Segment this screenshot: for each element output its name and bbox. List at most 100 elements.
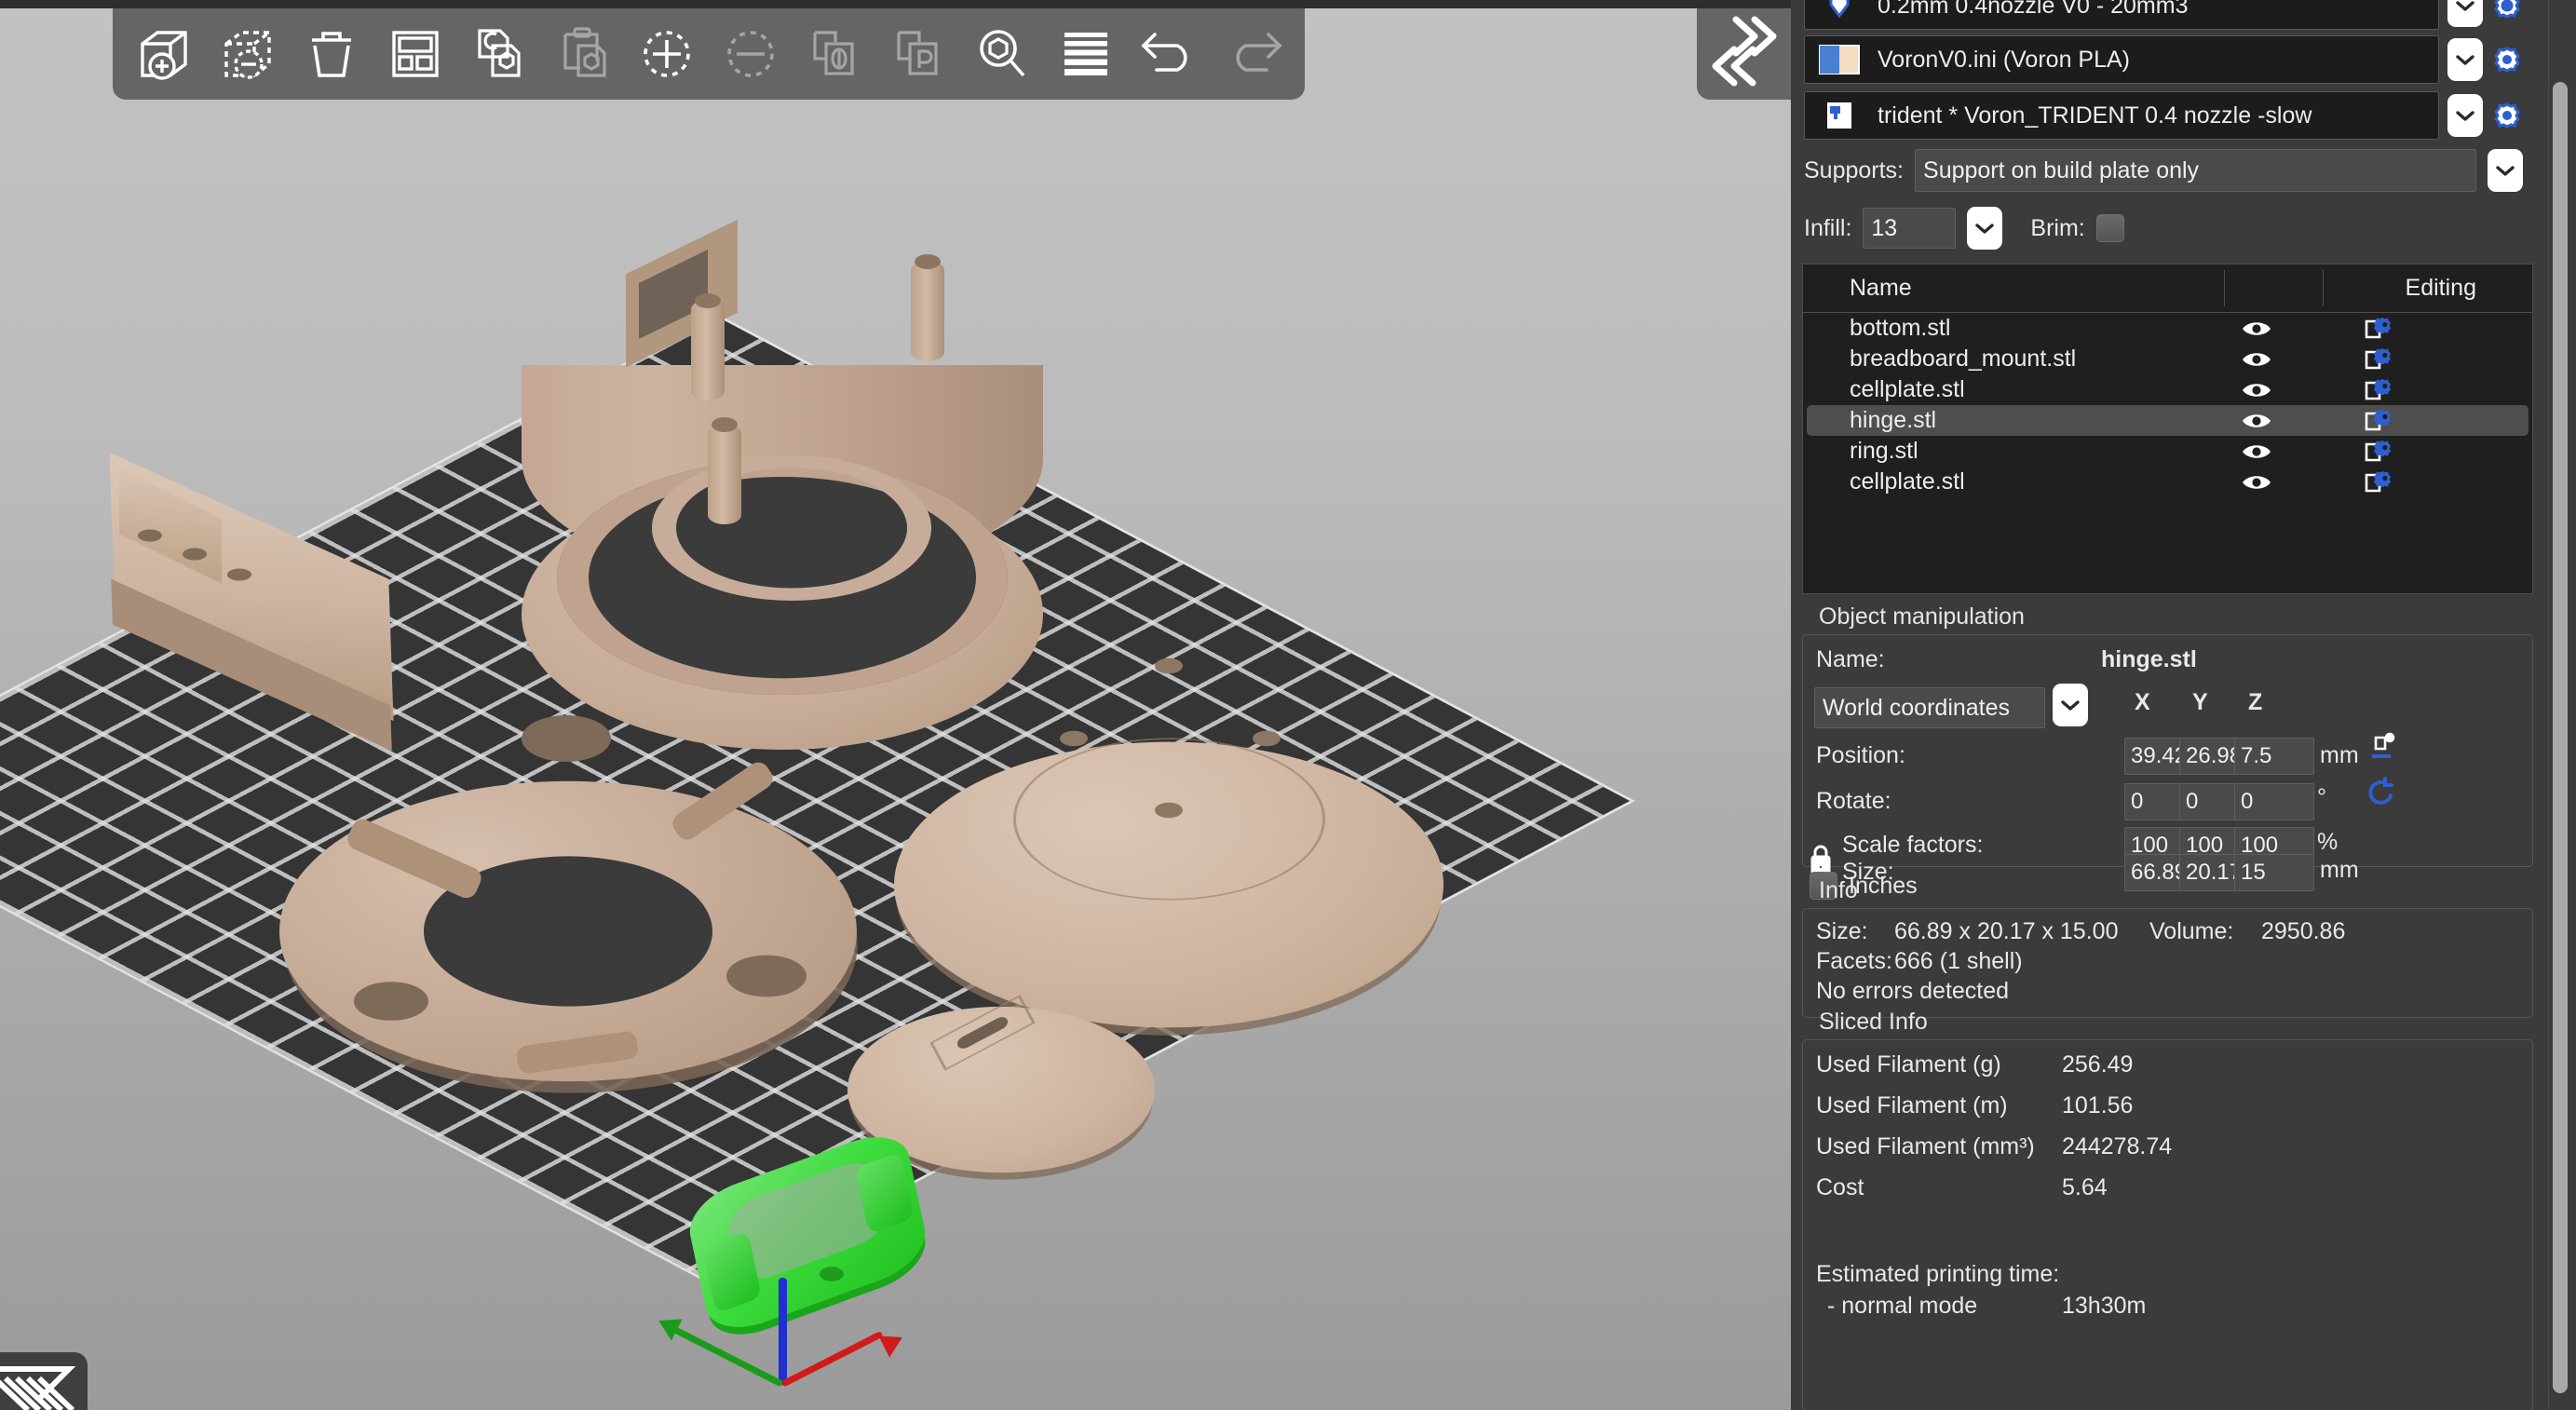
- position-z-input[interactable]: 7.5: [2234, 738, 2314, 775]
- axis-header-x: X: [2135, 689, 2150, 715]
- model-hole: [726, 955, 807, 997]
- print-settings-gear-icon[interactable]: [2491, 0, 2523, 21]
- rotate-z-input[interactable]: 0: [2234, 783, 2314, 820]
- print-settings-dropdown-arrow[interactable]: [2447, 0, 2483, 27]
- model-hole: [1253, 730, 1281, 747]
- filament-gear-icon[interactable]: [2491, 44, 2523, 75]
- coordinate-space-select[interactable]: World coordinates: [1814, 687, 2045, 728]
- sliced-info-value: 244278.74: [2062, 1133, 2173, 1159]
- edit-settings-icon[interactable]: [2364, 469, 2395, 502]
- printer-preset-label: trident * Voron_TRIDENT 0.4 nozzle -slow: [1878, 102, 2312, 129]
- visibility-eye-icon[interactable]: [2241, 410, 2272, 439]
- visibility-eye-icon[interactable]: [2241, 318, 2272, 346]
- sliced-info-panel: Sliced Info Estimated printing time: - n…: [1802, 1009, 2533, 1410]
- circle-minus-icon: [722, 25, 780, 83]
- drop-to-bed-icon[interactable]: [2366, 732, 2398, 770]
- search-button[interactable]: [960, 13, 1044, 95]
- paste-objects-button[interactable]: [541, 13, 625, 95]
- redo-button[interactable]: [1212, 13, 1295, 95]
- supports-dropdown-arrow[interactable]: [2488, 149, 2523, 192]
- object-name: cellplate.stl: [1850, 376, 1965, 402]
- prusaslicer-window: 0.2mm 0.4nozzle V0 - 20mm3 VoronV0.ini (…: [0, 0, 2576, 1410]
- 3d-viewport[interactable]: [0, 0, 1791, 1410]
- remove-instance-button[interactable]: [709, 13, 793, 95]
- column-header-name: Name: [1850, 275, 1912, 301]
- infill-select[interactable]: 13: [1863, 208, 1957, 249]
- object-list-row[interactable]: bottom.stl: [1803, 313, 2532, 344]
- object-list-rows: bottom.stl breadboard_mount.stl cellplate.…: [1803, 313, 2532, 497]
- undo-button[interactable]: [1128, 13, 1212, 95]
- object-list-row[interactable]: hinge.stl: [1807, 405, 2529, 436]
- undo-arrow-icon: [1136, 25, 1203, 83]
- sliced-info-title: Sliced Info: [1819, 1009, 1928, 1035]
- coordinate-space-dropdown-arrow[interactable]: [2053, 684, 2088, 726]
- object-name: breadboard_mount.stl: [1850, 346, 2077, 372]
- scale-label: Scale factors:: [1842, 832, 1984, 858]
- sliced-info-label: Used Filament (mm³): [1816, 1133, 2035, 1159]
- printer-dropdown-arrow[interactable]: [2447, 94, 2483, 137]
- brim-checkbox[interactable]: [2095, 214, 2124, 242]
- box-plus-icon: [135, 25, 193, 83]
- print-settings-preset-combo[interactable]: 0.2mm 0.4nozzle V0 - 20mm3: [1804, 0, 2439, 30]
- print-settings-icon: [1818, 0, 1861, 21]
- filament-preset-combo[interactable]: VoronV0.ini (Voron PLA): [1804, 35, 2439, 84]
- sidebar-scrollbar-thumb[interactable]: [2553, 82, 2568, 1393]
- copy-o-icon: [806, 25, 863, 83]
- info-volume-label: Volume:: [2149, 918, 2234, 944]
- info-errors-value: No errors detected: [1816, 978, 2010, 1004]
- info-facets-value: 666 (1 shell): [1894, 948, 2023, 974]
- axis-header-y: Y: [2192, 689, 2208, 715]
- arrange-button[interactable]: [373, 13, 457, 95]
- model-hole: [1155, 658, 1183, 674]
- visibility-eye-icon[interactable]: [2241, 471, 2272, 500]
- visibility-eye-icon[interactable]: [2241, 379, 2272, 408]
- delete-all-button[interactable]: [290, 13, 373, 95]
- visibility-eye-icon[interactable]: [2241, 348, 2272, 377]
- model-hole: [354, 982, 428, 1021]
- collapse-sidebar-button[interactable]: [1697, 8, 1791, 100]
- object-name-label: Name:: [1816, 646, 1885, 672]
- layer-slider-icon: [0, 1366, 88, 1410]
- sliced-info-value: 256.49: [2062, 1051, 2134, 1078]
- object-list-row[interactable]: cellplate.stl: [1803, 374, 2532, 405]
- infill-dropdown-arrow[interactable]: [1967, 207, 2003, 250]
- object-name: bottom.stl: [1850, 315, 1951, 341]
- sliced-info-label: Cost: [1816, 1174, 1864, 1200]
- filament-dropdown-arrow[interactable]: [2447, 38, 2483, 81]
- layers-view-button[interactable]: [0, 1352, 88, 1410]
- copy-objects-button[interactable]: [457, 13, 541, 95]
- delete-selection-button[interactable]: [206, 13, 290, 95]
- model-post: [708, 417, 741, 524]
- object-list-row[interactable]: cellplate.stl: [1803, 467, 2532, 497]
- object-list: Name Editing bottom.stl breadboard_mount.…: [1802, 264, 2533, 594]
- rotate-label: Rotate:: [1816, 788, 1891, 814]
- infill-row: Infill: 13 Brim:: [1791, 207, 2536, 250]
- info-facets-label: Facets:: [1816, 948, 1892, 974]
- add-instance-plus-button[interactable]: [625, 13, 709, 95]
- variable-layer-height-button[interactable]: [1044, 13, 1128, 95]
- copy-settings-button[interactable]: [793, 13, 876, 95]
- sliced-info-value: 5.64: [2062, 1174, 2108, 1200]
- reset-rotation-icon[interactable]: [2365, 777, 2398, 817]
- visibility-eye-icon[interactable]: [2241, 441, 2272, 469]
- sidebar-scrollbar[interactable]: [2548, 0, 2570, 1410]
- supports-select[interactable]: Support on build plate only: [1915, 149, 2476, 192]
- paste-settings-button[interactable]: [876, 13, 960, 95]
- printer-preset-combo[interactable]: trident * Voron_TRIDENT 0.4 nozzle -slow: [1804, 91, 2439, 140]
- sidebar-right-edge: [2570, 0, 2576, 1410]
- object-list-row[interactable]: breadboard_mount.stl: [1803, 344, 2532, 374]
- add-instance-button[interactable]: [122, 13, 206, 95]
- column-header-editing: Editing: [2405, 275, 2476, 301]
- object-list-row[interactable]: ring.stl: [1803, 436, 2532, 467]
- double-chevrons-icon: [1697, 16, 1791, 103]
- info-panel: Info Size: 66.89 x 20.17 x 15.00 Volume:…: [1802, 877, 2533, 1018]
- supports-label: Supports:: [1804, 156, 1905, 183]
- sliced-info-label: Used Filament (g): [1816, 1051, 2001, 1078]
- printer-gear-icon[interactable]: [2491, 100, 2523, 131]
- object-list-header: Name Editing: [1803, 264, 2532, 313]
- object-manipulation-panel: Object manipulation Name: hinge.stl Worl…: [1802, 603, 2533, 900]
- preset-row-print-settings: 0.2mm 0.4nozzle V0 - 20mm3: [1791, 0, 2536, 30]
- filament-preset-label: VoronV0.ini (Voron PLA): [1878, 46, 2130, 73]
- filament-swatch-icon: [1818, 44, 1861, 75]
- arrange-icon: [386, 25, 444, 83]
